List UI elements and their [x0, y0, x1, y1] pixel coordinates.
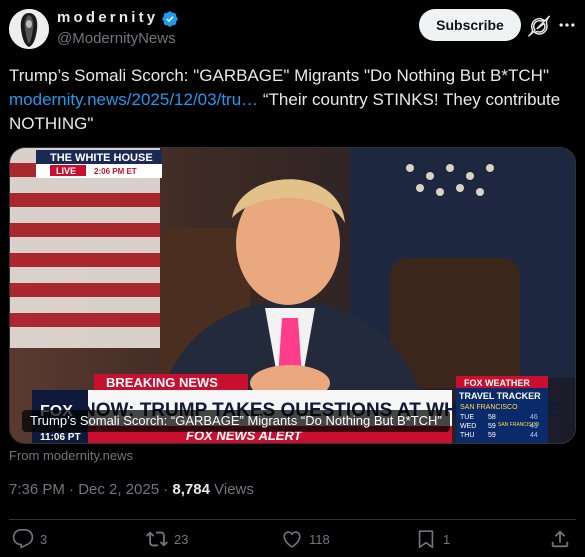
- bookmark-button[interactable]: 1: [415, 528, 450, 550]
- weather-title: FOX WEATHER: [464, 378, 530, 388]
- reply-button[interactable]: 3: [12, 528, 47, 550]
- tweet-text: Trump’s Somali Scorch: "GARBAGE" Migrant…: [9, 64, 569, 136]
- views-label: Views: [209, 481, 254, 498]
- avatar-image: [9, 9, 49, 49]
- banner-label: BREAKING NEWS: [106, 375, 218, 390]
- handle[interactable]: @ModernityNews: [57, 30, 176, 47]
- media-caption: Trump’s Somali Scorch: “GARBAGE” Migrant…: [22, 410, 450, 432]
- bug-live: LIVE: [56, 166, 76, 176]
- divider: [9, 519, 576, 520]
- bookmark-icon: [418, 530, 434, 549]
- bug-network: THE WHITE HOUSE: [50, 152, 153, 164]
- like-count: 118: [309, 531, 330, 547]
- tweet-text-body: Trump’s Somali Scorch: "GARBAGE" Migrant…: [9, 66, 549, 85]
- heart-icon: [283, 531, 301, 548]
- weather-day-2: WED: [460, 423, 476, 430]
- card-source[interactable]: From modernity.news: [9, 448, 133, 463]
- share-button[interactable]: [549, 528, 571, 550]
- tweet-header: modernity @ModernityNews Subscribe: [0, 0, 585, 58]
- reply-icon: [12, 529, 34, 549]
- bookmark-count: 1: [443, 531, 451, 547]
- reply-count: 3: [40, 531, 48, 547]
- share-icon: [551, 530, 569, 548]
- media-card[interactable]: THE WHITE HOUSE LIVE 2:06 PM ET BREAKING…: [9, 147, 576, 444]
- subscribe-button[interactable]: Subscribe: [419, 9, 521, 41]
- tweet-link[interactable]: modernity.news/2025/12/03/tru…: [9, 90, 258, 109]
- grok-icon[interactable]: [528, 15, 550, 37]
- timestamp[interactable]: 7:36 PM · Dec 2, 2025 ·: [9, 481, 172, 498]
- more-icon[interactable]: [556, 15, 578, 35]
- views-count: 8,784: [172, 481, 210, 498]
- clock: 11:06 PT: [40, 432, 81, 443]
- media-image: THE WHITE HOUSE LIVE 2:06 PM ET BREAKING…: [10, 148, 575, 443]
- weather-low-3: 44: [530, 432, 538, 439]
- repost-button[interactable]: 23: [146, 528, 188, 550]
- weather-temp-3: 59: [488, 432, 496, 439]
- weather-temp-1: 58: [488, 414, 496, 421]
- display-name[interactable]: modernity: [57, 9, 158, 26]
- weather-tracker: TRAVEL TRACKER: [459, 391, 541, 401]
- weather-city: SAN FRANCISCO: [460, 404, 518, 411]
- weather-day-1: TUE: [460, 414, 474, 421]
- verified-badge-icon: [162, 11, 178, 27]
- bug-time: 2:06 PM ET: [94, 167, 137, 176]
- action-bar: 3 23 118 1: [0, 524, 585, 557]
- tweet-meta: 7:36 PM · Dec 2, 2025 · 8,784 Views: [9, 481, 254, 498]
- avatar[interactable]: [9, 9, 49, 49]
- repost-count: 23: [174, 531, 189, 547]
- weather-temp-2: 59: [488, 423, 496, 430]
- weather-low-1: 46: [530, 414, 538, 421]
- repost-icon: [146, 531, 168, 547]
- like-button[interactable]: 118: [281, 528, 330, 550]
- weather-city-2: SAN FRANCISCO: [498, 422, 539, 428]
- weather-day-3: THU: [460, 432, 474, 439]
